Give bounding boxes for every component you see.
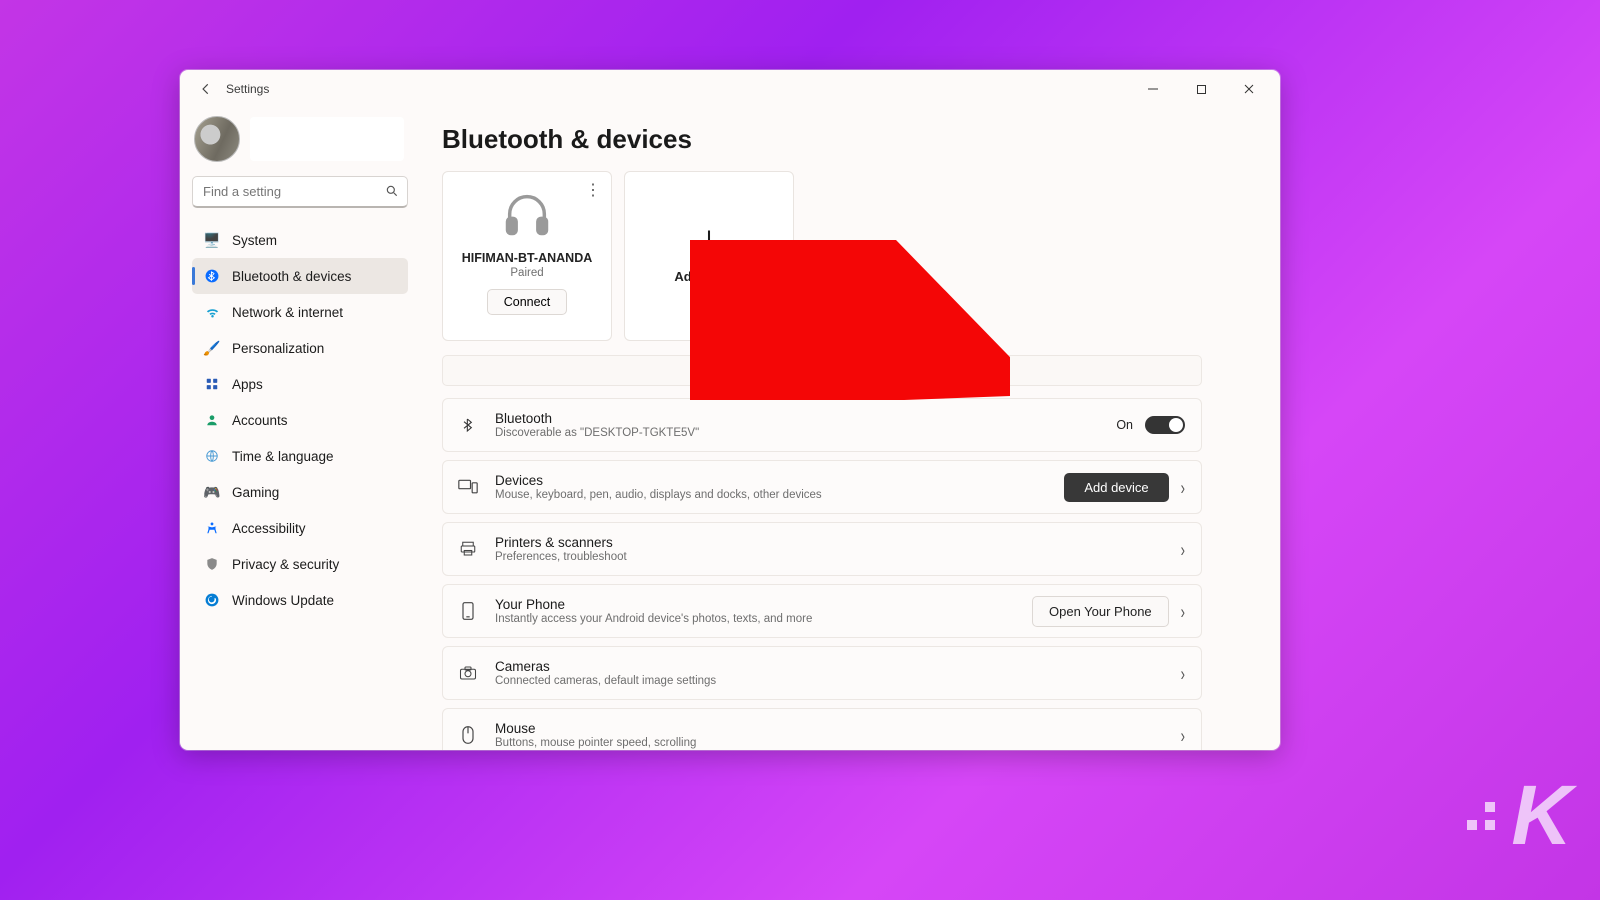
row-desc: Buttons, mouse pointer speed, scrolling: [495, 737, 1165, 749]
shield-icon: [204, 557, 220, 571]
open-your-phone-button[interactable]: Open Your Phone: [1032, 596, 1169, 627]
paintbrush-icon: 🖌️: [204, 340, 220, 357]
printer-icon: [457, 540, 479, 558]
accessibility-icon: [204, 521, 220, 535]
back-arrow-icon: [199, 82, 213, 96]
search-field[interactable]: [203, 184, 379, 199]
apps-icon: [204, 377, 220, 391]
sidebar-item-label: Gaming: [232, 485, 279, 500]
bluetooth-toggle-row: Bluetooth Discoverable as "DESKTOP-TGKTE…: [442, 398, 1202, 452]
row-printers[interactable]: Printers & scanners Preferences, trouble…: [442, 522, 1202, 576]
maximize-icon: [1196, 84, 1207, 95]
bluetooth-row-title: Bluetooth: [495, 411, 1100, 426]
sidebar-item-system[interactable]: 🖥️ System: [192, 222, 408, 258]
sidebar-item-network[interactable]: Network & internet: [192, 294, 408, 330]
sidebar-item-time-language[interactable]: Time & language: [192, 438, 408, 474]
nav: 🖥️ System Bluetooth & devices Network & …: [192, 222, 408, 618]
chevron-right-icon: ›: [1181, 724, 1185, 747]
row-cameras[interactable]: Cameras Connected cameras, default image…: [442, 646, 1202, 700]
page-title: Bluetooth & devices: [442, 124, 1252, 155]
row-desc: Instantly access your Android device's p…: [495, 613, 1016, 625]
row-title: Mouse: [495, 721, 1165, 736]
phone-icon: [457, 601, 479, 621]
avatar[interactable]: [194, 116, 240, 162]
sidebar-item-accessibility[interactable]: Accessibility: [192, 510, 408, 546]
sidebar-item-privacy[interactable]: Privacy & security: [192, 546, 408, 582]
headphones-icon: [501, 188, 553, 245]
sidebar-item-label: Apps: [232, 377, 263, 392]
row-desc: Mouse, keyboard, pen, audio, displays an…: [495, 489, 1048, 501]
close-icon: [1243, 83, 1255, 95]
row-desc: Connected cameras, default image setting…: [495, 675, 1165, 687]
row-mouse[interactable]: Mouse Buttons, mouse pointer speed, scro…: [442, 708, 1202, 750]
connect-button[interactable]: Connect: [487, 289, 568, 315]
sidebar-item-label: Accounts: [232, 413, 288, 428]
camera-icon: [457, 665, 479, 681]
sidebar-item-label: Time & language: [232, 449, 334, 464]
sidebar: 🖥️ System Bluetooth & devices Network & …: [180, 108, 420, 750]
device-card: ⋮ HIFIMAN-BT-ANANDA Paired Connect: [442, 171, 612, 341]
sidebar-item-personalization[interactable]: 🖌️ Personalization: [192, 330, 408, 366]
view-more-devices-button[interactable]: View more devices: [442, 355, 1202, 386]
bluetooth-state-label: On: [1116, 418, 1133, 432]
system-icon: 🖥️: [204, 232, 220, 249]
device-name: HIFIMAN-BT-ANANDA: [462, 251, 593, 265]
sidebar-item-label: Bluetooth & devices: [232, 269, 351, 284]
bluetooth-toggle[interactable]: [1145, 416, 1185, 434]
chevron-right-icon: ›: [1181, 476, 1185, 499]
sidebar-item-label: Personalization: [232, 341, 324, 356]
profile-section: [192, 108, 408, 176]
plus-icon: ＋: [694, 229, 724, 259]
settings-window: Settings: [180, 70, 1280, 750]
sidebar-item-gaming[interactable]: 🎮 Gaming: [192, 474, 408, 510]
add-device-card[interactable]: ＋ Add device: [624, 171, 794, 341]
sidebar-item-label: Privacy & security: [232, 557, 339, 572]
back-button[interactable]: [192, 75, 220, 103]
sidebar-item-accounts[interactable]: Accounts: [192, 402, 408, 438]
row-title: Printers & scanners: [495, 535, 1165, 550]
sidebar-item-apps[interactable]: Apps: [192, 366, 408, 402]
sidebar-item-windows-update[interactable]: Windows Update: [192, 582, 408, 618]
main-pane: Bluetooth & devices ⋮ HIFIMAN-BT-ANANDA …: [420, 108, 1280, 750]
sidebar-item-bluetooth[interactable]: Bluetooth & devices: [192, 258, 408, 294]
bluetooth-icon: [204, 269, 220, 283]
row-title: Cameras: [495, 659, 1165, 674]
devices-icon: [457, 478, 479, 496]
row-desc: Preferences, troubleshoot: [495, 551, 1165, 563]
chevron-right-icon: ›: [1181, 600, 1185, 623]
maximize-button[interactable]: [1178, 75, 1224, 103]
sidebar-item-label: System: [232, 233, 277, 248]
chevron-right-icon: ›: [1181, 538, 1185, 561]
person-icon: [204, 413, 220, 427]
sidebar-item-label: Accessibility: [232, 521, 306, 536]
minimize-icon: [1147, 83, 1159, 95]
bluetooth-row-desc: Discoverable as "DESKTOP-TGKTE5V": [495, 427, 1100, 439]
device-status: Paired: [510, 267, 543, 279]
add-device-label: Add device: [674, 269, 743, 284]
sidebar-item-label: Windows Update: [232, 593, 334, 608]
chevron-right-icon: ›: [1181, 662, 1185, 685]
window-title: Settings: [226, 82, 269, 96]
watermark: K: [1467, 767, 1566, 864]
close-button[interactable]: [1226, 75, 1272, 103]
device-card-menu-button[interactable]: ⋮: [585, 180, 601, 200]
update-icon: [204, 593, 220, 607]
bluetooth-row-icon: [457, 415, 479, 435]
wifi-icon: [204, 305, 220, 320]
row-title: Devices: [495, 473, 1048, 488]
row-devices[interactable]: Devices Mouse, keyboard, pen, audio, dis…: [442, 460, 1202, 514]
minimize-button[interactable]: [1130, 75, 1176, 103]
globe-icon: [204, 449, 220, 463]
search-icon: [385, 184, 399, 203]
search-input[interactable]: [192, 176, 408, 208]
gaming-icon: 🎮: [204, 484, 220, 501]
profile-name-redacted: [250, 117, 404, 161]
row-your-phone[interactable]: Your Phone Instantly access your Android…: [442, 584, 1202, 638]
sidebar-item-label: Network & internet: [232, 305, 343, 320]
mouse-icon: [457, 725, 479, 745]
titlebar: Settings: [180, 70, 1280, 108]
row-title: Your Phone: [495, 597, 1016, 612]
add-device-button[interactable]: Add device: [1064, 473, 1168, 502]
